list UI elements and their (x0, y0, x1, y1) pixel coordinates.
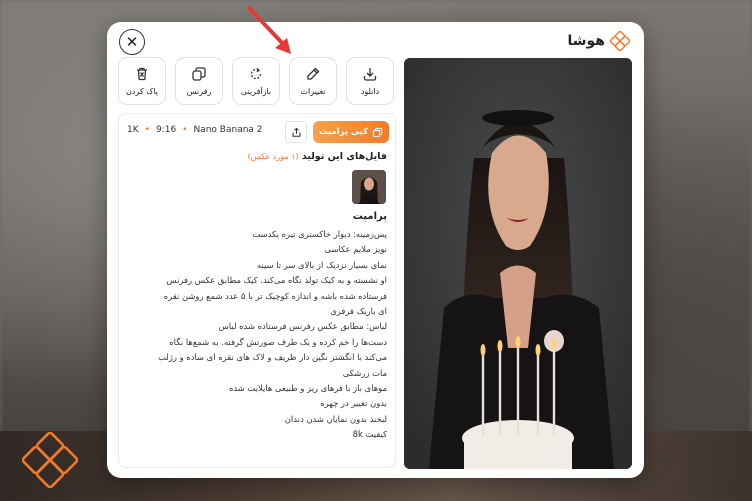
prompt-line: او نشسته و به کیک تولد نگاه می‌کند. کیک … (166, 275, 387, 286)
copy-prompt-label: کپی پرامپت (318, 127, 369, 137)
prompt-line: پس‌زمینه: دیوار خاکستری تیره یکدست (252, 229, 387, 239)
prompt-line: نویز ملایم عکاسی (324, 244, 388, 255)
prompt-line: می‌کند با انگشتر نگین دار ظریف و لاک های… (158, 352, 387, 363)
meta-model: Nano Banana 2 (193, 125, 263, 135)
reference-label: رفرنس (186, 87, 212, 96)
clear-label: پاک کردن (125, 87, 159, 96)
download-label: دانلود (360, 87, 380, 96)
close-icon: ✕ (125, 33, 139, 51)
prompt-line: مات زرشکی (342, 367, 387, 378)
prompt-line: ای باریک فرفری (330, 306, 387, 317)
copy-icon (372, 127, 383, 137)
panel-header: کپی پرامپت 1K • 9:16 • Nano Banana 2 (119, 121, 395, 143)
close-button[interactable]: ✕ (119, 29, 145, 55)
brand-logo-icon (610, 31, 630, 51)
prompt-line: فرستاده شده باشه و اندازه کوچیک تر با ۵ … (163, 290, 387, 301)
brand-logo-icon (22, 432, 78, 488)
brand: هوشا (567, 30, 630, 52)
meta-ratio: 9:16 (155, 125, 177, 135)
files-count: (۱ مورد عکس) (247, 152, 299, 161)
prompt-line: موهای باز با فرهای ریز و طبیعی هایلایت ش… (228, 383, 387, 394)
share-button[interactable] (285, 121, 307, 143)
files-heading: فایل‌های این تولید (۱ مورد عکس) (248, 151, 387, 162)
file-thumbnail[interactable] (352, 170, 386, 204)
layers-icon (192, 67, 206, 81)
thumbnail-image (352, 170, 386, 204)
files-title: فایل‌های این تولید (301, 151, 387, 162)
prompt-line: لبخند بدون نمایان شدن دندان (284, 413, 387, 424)
reference-button[interactable]: رفرنس (175, 57, 223, 105)
prompt-line: دست‌ها را خم کرده و یک طرف صورتش گرفته. … (169, 336, 387, 347)
brand-name: هوشا (567, 33, 605, 49)
generated-image[interactable] (404, 58, 632, 469)
share-icon (292, 127, 300, 137)
regenerate-label: بازآفرینی (240, 87, 272, 96)
trash-icon (137, 67, 147, 81)
clear-button[interactable]: پاک کردن (118, 57, 166, 105)
generation-meta: 1K • 9:16 • Nano Banana 2 (127, 125, 263, 135)
action-toolbar: پاک کردن رفرنس بازآفرینی تغییرات دانلود (118, 57, 396, 105)
prompt-line: بدون تغییر در چهره (320, 398, 387, 409)
prompt-line: لباس: مطابق عکس رفرنس فرستاده شده لباس (218, 321, 387, 332)
details-panel: کپی پرامپت 1K • 9:16 • Nano Banana 2 فای… (118, 113, 396, 468)
edit-button[interactable]: تغییرات (289, 57, 337, 105)
download-button[interactable]: دانلود (346, 57, 394, 105)
regenerate-icon (250, 68, 262, 80)
meta-separator: • (182, 125, 188, 135)
prompt-title: پرامپت (352, 211, 387, 222)
meta-separator: • (144, 125, 150, 135)
prompt-line: نمای بسیار نزدیک از بالای سر تا سینه (256, 259, 387, 270)
image-details-modal: ✕ هوشا پاک کردن رفرنس بازآفرینی تغییرات … (107, 22, 644, 478)
meta-resolution: 1K (127, 125, 139, 135)
annotation-arrow-icon (247, 6, 291, 54)
prompt-text: پس‌زمینه: دیوار خاکستری تیره یکدست نویز … (123, 227, 387, 443)
portrait-image (404, 58, 632, 469)
edit-label: تغییرات (300, 87, 326, 96)
pencil-icon (307, 67, 320, 80)
download-icon (363, 68, 377, 81)
copy-prompt-button[interactable]: کپی پرامپت (313, 121, 389, 143)
regenerate-button[interactable]: بازآفرینی (232, 57, 280, 105)
prompt-line: کیفیت 8k (352, 429, 387, 440)
